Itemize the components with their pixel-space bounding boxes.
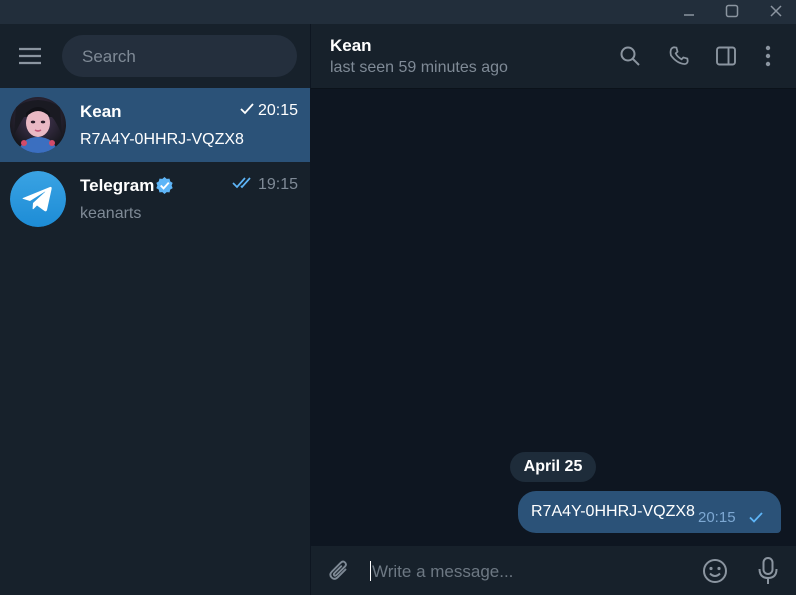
chat-name: Telegram	[80, 176, 155, 195]
more-icon	[765, 45, 771, 67]
maximize-button[interactable]	[712, 0, 752, 22]
avatar	[10, 171, 66, 227]
peer-last-seen: last seen 59 minutes ago	[330, 59, 508, 76]
emoji-button[interactable]	[700, 556, 730, 586]
phone-icon	[669, 46, 689, 65]
chat-preview: R7A4Y-0HHRJ-VQZX8	[80, 131, 244, 148]
single-check-icon	[749, 512, 763, 523]
search-placeholder: Search	[82, 47, 136, 66]
menu-button[interactable]	[16, 44, 44, 68]
peer-name: Kean	[330, 36, 372, 55]
more-options-button[interactable]	[754, 42, 782, 70]
avatar	[10, 97, 66, 153]
paperclip-icon	[329, 560, 347, 580]
microphone-icon	[758, 557, 778, 584]
chat-list-item-kean[interactable]: Kean 20:15 R7A4Y-0HHRJ-VQZX8	[0, 88, 310, 162]
search-button[interactable]	[616, 42, 644, 70]
hamburger-menu-icon	[19, 47, 41, 65]
chat-time: 19:15	[257, 176, 298, 193]
search-input[interactable]: Search	[62, 35, 297, 77]
call-button[interactable]	[665, 42, 693, 70]
maximize-icon	[725, 4, 739, 18]
verified-badge-icon	[156, 176, 173, 195]
minimize-icon	[684, 14, 694, 16]
double-check-icon	[232, 177, 251, 189]
attach-button[interactable]	[325, 557, 353, 585]
window-titlebar	[0, 0, 796, 24]
chat-pane: Kean last seen 59 minutes ago April 25 R…	[311, 24, 796, 595]
message-composer: Write a message...	[311, 546, 796, 595]
outgoing-message-bubble[interactable]: R7A4Y-0HHRJ-VQZX8 20:15	[518, 491, 781, 533]
chat-list-item-telegram[interactable]: Telegram 19:15 keanarts	[0, 162, 310, 236]
voice-record-button[interactable]	[754, 555, 782, 587]
user-avatar-image	[10, 97, 66, 153]
message-input[interactable]: Write a message...	[372, 562, 513, 582]
chat-name: Kean	[80, 102, 122, 121]
toggle-sidebar-button[interactable]	[712, 42, 740, 70]
search-icon	[620, 46, 640, 66]
message-text: R7A4Y-0HHRJ-VQZX8	[531, 503, 695, 520]
single-check-icon	[240, 103, 254, 115]
close-window-button[interactable]	[756, 0, 796, 22]
close-icon	[770, 5, 782, 17]
telegram-logo-icon	[10, 171, 66, 227]
date-separator: April 25	[510, 452, 596, 482]
chat-list-sidebar: Search Kean 20:15 R7A4Y-0HHRJ-VQZX8 Tele…	[0, 24, 310, 595]
emoji-icon	[703, 559, 727, 583]
chat-preview: keanarts	[80, 205, 142, 222]
chat-time: 20:15	[257, 102, 298, 119]
sidebar-toggle-icon	[716, 46, 736, 66]
chat-header[interactable]: Kean last seen 59 minutes ago	[311, 24, 796, 89]
minimize-button[interactable]	[669, 0, 709, 22]
text-cursor	[370, 561, 371, 581]
message-time: 20:15	[698, 509, 736, 526]
sidebar-header: Search	[0, 24, 310, 88]
